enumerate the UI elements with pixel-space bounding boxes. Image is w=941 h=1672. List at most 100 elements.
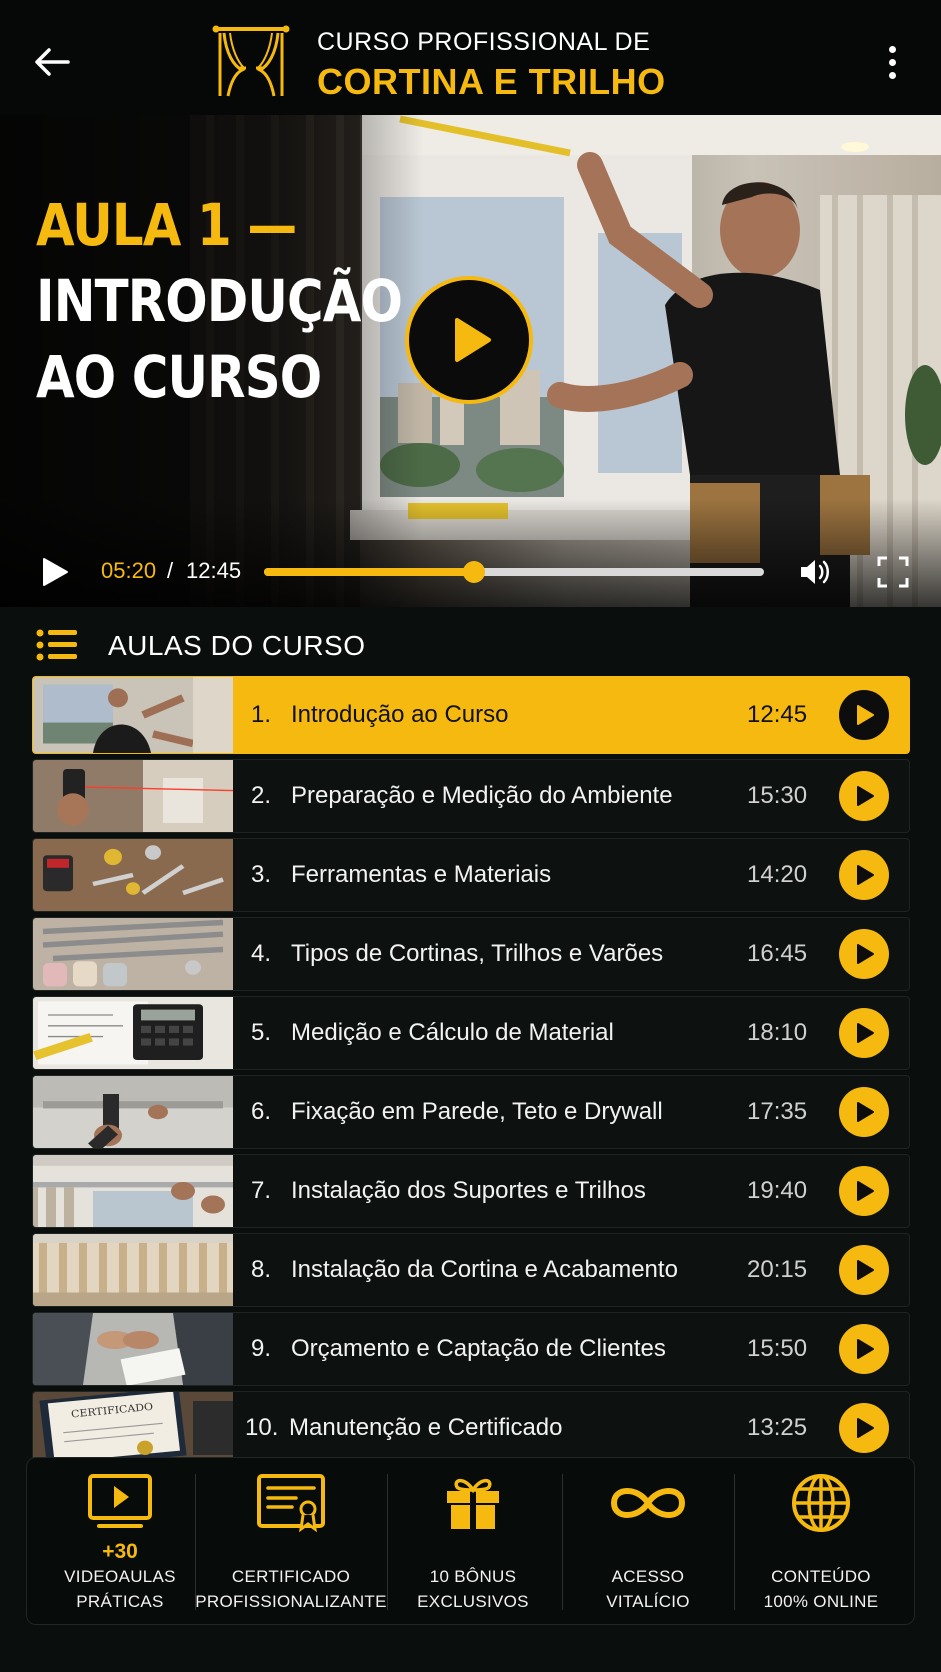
lesson-title: Ferramentas e Materiais [291, 861, 552, 888]
lesson-title: Preparação e Medição do Ambiente [291, 782, 673, 809]
lesson-title: Tipos de Cortinas, Trilhos e Varões [291, 940, 664, 967]
lesson-list: 1. Introdução ao Curso 12:45 2. Preparação e… [32, 676, 910, 1470]
video-lesson-icon [88, 1474, 152, 1528]
feature-online: CONTEÚDO 100% ONLINE [735, 1470, 907, 1614]
lesson-title: Medição e Cálculo de Material [291, 1019, 614, 1046]
feature-label-line1: VIDEOAULAS [64, 1567, 176, 1586]
feature-label-line2: PRÁTICAS [76, 1592, 164, 1611]
lesson-number: 5. [251, 1019, 272, 1046]
lesson-thumbnail [33, 1313, 233, 1385]
header-subtitle: CURSO PROFISSIONAL DE [317, 28, 651, 56]
lesson-thumbnail [33, 918, 233, 990]
lesson-play-button[interactable] [839, 1324, 889, 1374]
lesson-title: Manutenção e Certificado [289, 1414, 563, 1441]
header-title: CORTINA E TRILHO [317, 61, 666, 102]
lesson-duration: 14:20 [747, 861, 808, 888]
lesson-play-button[interactable] [839, 1245, 889, 1295]
lesson-row[interactable]: 7. Instalação dos Suportes e Trilhos 19:40 [32, 1154, 910, 1228]
lesson-play-button[interactable] [839, 690, 889, 740]
lesson-title: Fixação em Parede, Teto e Drywall [291, 1098, 663, 1125]
big-play-button[interactable] [405, 276, 533, 404]
feature-label-line1: ACESSO [611, 1567, 685, 1586]
lesson-thumbnail [33, 997, 233, 1069]
lesson-title: Introdução ao Curso [291, 701, 509, 728]
lesson-play-button[interactable] [839, 850, 889, 900]
lesson-title: Instalação da Cortina e Acabamento [291, 1256, 678, 1283]
play-icon [857, 786, 874, 806]
lesson-thumbnail [33, 677, 233, 753]
lesson-thumbnail [33, 839, 233, 911]
play-icon [857, 1339, 874, 1359]
total-time: 12:45 [186, 558, 242, 583]
back-button[interactable] [30, 40, 74, 84]
list-icon [36, 629, 77, 661]
lesson-row[interactable]: 2. Preparação e Medição do Ambiente 15:30 [32, 759, 910, 833]
dot-icon [888, 58, 896, 66]
progress-bar[interactable] [264, 561, 764, 583]
app-header: CURSO PROFISSIONAL DE CORTINA E TRILHO [0, 0, 941, 115]
lesson-number: 10. [245, 1414, 279, 1441]
lesson-heading-line3: AO CURSO [36, 343, 322, 411]
feature-label-line1: CERTIFICADO [231, 1567, 351, 1586]
lesson-number: 1. [251, 701, 272, 728]
lesson-row[interactable]: 8. Instalação da Cortina e Acabamento 20:1… [32, 1233, 910, 1307]
lesson-duration: 19:40 [747, 1177, 808, 1204]
lesson-thumbnail [33, 1234, 233, 1306]
globe-icon [792, 1474, 850, 1532]
play-icon [857, 944, 874, 964]
feature-acesso: ACESSO VITALÍCIO [563, 1470, 733, 1614]
lesson-number: 9. [251, 1335, 272, 1362]
lesson-row[interactable]: 1. Introdução ao Curso 12:45 [32, 676, 910, 754]
lesson-row[interactable]: CERTIFICADO 10. Manutenção e Certificado 13… [32, 1391, 910, 1465]
lesson-number: 4. [251, 940, 272, 967]
arrow-left-icon [35, 48, 70, 76]
volume-icon[interactable] [798, 555, 832, 589]
progress-fill [264, 568, 474, 576]
feature-label-line2: 100% ONLINE [763, 1592, 879, 1611]
current-time: 05:20 [101, 558, 157, 583]
lesson-row[interactable]: 9. Orçamento e Captação de Clientes 15:50 [32, 1312, 910, 1386]
certificate-icon [257, 1474, 325, 1533]
lesson-number: 6. [251, 1098, 272, 1125]
features-bar: +30 VIDEOAULAS PRÁTICAS CERTIFICADO PROF… [26, 1457, 915, 1625]
lesson-play-button[interactable] [839, 771, 889, 821]
play-icon [455, 318, 491, 362]
lesson-duration: 16:45 [747, 940, 808, 967]
play-icon [857, 705, 874, 725]
video-player[interactable]: AULA 1 — INTRODUÇÃO AO CURSO 05:20 / 12:… [0, 115, 941, 607]
play-icon [857, 865, 874, 885]
lesson-play-button[interactable] [839, 1403, 889, 1453]
lesson-duration: 15:30 [747, 782, 808, 809]
feature-label-line2: VITALÍCIO [606, 1592, 690, 1611]
lesson-play-button[interactable] [839, 1087, 889, 1137]
lesson-thumbnail [33, 1155, 233, 1227]
play-icon[interactable] [38, 556, 70, 588]
lesson-number: 8. [251, 1256, 272, 1283]
feature-highlight: +30 [102, 1540, 138, 1563]
lesson-row[interactable]: 6. Fixação em Parede, Teto e Drywall 17:35 [32, 1075, 910, 1149]
play-icon [857, 1023, 874, 1043]
fullscreen-icon[interactable] [876, 555, 910, 589]
lesson-thumbnail: CERTIFICADO [33, 1392, 233, 1464]
lesson-play-button[interactable] [839, 929, 889, 979]
time-separator: / [167, 558, 174, 583]
lesson-play-button[interactable] [839, 1008, 889, 1058]
lesson-row[interactable]: 3. Ferramentas e Materiais 14:20 [32, 838, 910, 912]
lesson-number: 3. [251, 861, 272, 888]
feature-bonus: 10 BÔNUS EXCLUSIVOS [388, 1470, 558, 1614]
play-icon [857, 1260, 874, 1280]
lesson-play-button[interactable] [839, 1166, 889, 1216]
play-icon [857, 1102, 874, 1122]
lesson-duration: 17:35 [747, 1098, 808, 1125]
lesson-duration: 15:50 [747, 1335, 808, 1362]
video-controls: 05:20 / 12:45 [0, 548, 941, 598]
lesson-thumbnail [33, 1076, 233, 1148]
more-options-button[interactable] [874, 40, 910, 84]
lesson-title: Instalação dos Suportes e Trilhos [291, 1177, 646, 1204]
feature-label-line1: 10 BÔNUS [429, 1567, 517, 1586]
progress-knob[interactable] [463, 561, 485, 583]
lesson-row[interactable]: 5. Medição e Cálculo de Material 18:10 [32, 996, 910, 1070]
gift-icon [447, 1478, 499, 1529]
lesson-row[interactable]: 4. Tipos de Cortinas, Trilhos e Varões 16:… [32, 917, 910, 991]
lesson-duration: 20:15 [747, 1256, 808, 1283]
